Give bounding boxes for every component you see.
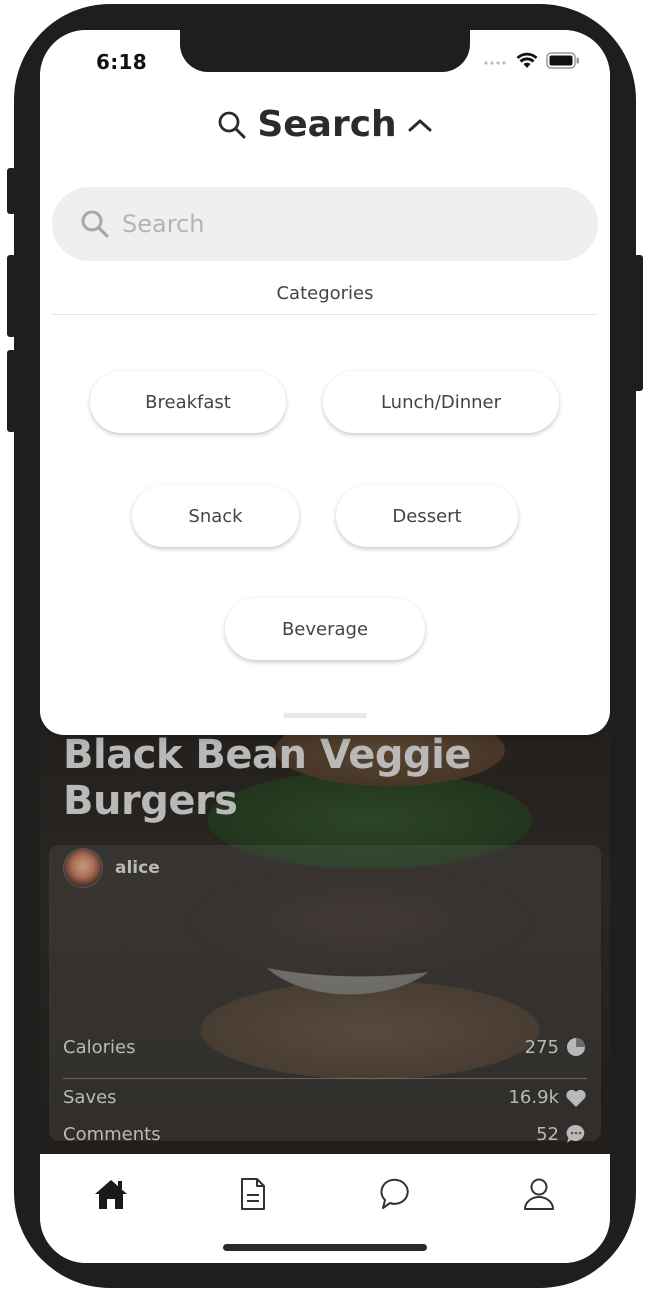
- comment-icon: [566, 1124, 585, 1143]
- heart-icon: [566, 1089, 586, 1107]
- status-time: 6:18: [96, 50, 147, 74]
- battery-icon: [546, 52, 579, 69]
- document-icon: [241, 1178, 265, 1210]
- tab-messages[interactable]: [376, 1174, 416, 1214]
- search-icon: [218, 111, 246, 138]
- categories-divider: [52, 314, 598, 315]
- category-lunch-dinner[interactable]: Lunch/Dinner: [323, 371, 559, 433]
- categories-label: Categories: [276, 283, 374, 304]
- mute-switch: [7, 168, 16, 214]
- chat-icon: [380, 1178, 409, 1209]
- stat-value: 52: [536, 1123, 559, 1145]
- stat-comments: Comments 52: [63, 1123, 587, 1145]
- recipe-author[interactable]: alice: [63, 848, 160, 888]
- recipe-title: Black Bean Veggie Burgers: [63, 732, 471, 824]
- stat-value: 275: [524, 1036, 559, 1058]
- stat-label: Comments: [63, 1123, 161, 1145]
- wifi-icon: [516, 52, 538, 68]
- notch: [180, 30, 470, 72]
- author-name: alice: [115, 858, 160, 878]
- stat-divider: [63, 1078, 587, 1079]
- category-breakfast[interactable]: Breakfast: [90, 371, 286, 433]
- sheet-grabber[interactable]: [283, 713, 367, 718]
- tab-bar: [40, 1154, 610, 1263]
- status-icons: [484, 52, 580, 69]
- tab-home[interactable]: [91, 1174, 131, 1214]
- cellular-signal-icon: [484, 60, 506, 65]
- stat-label: Calories: [63, 1036, 136, 1058]
- stat-calories: Calories 275: [63, 1036, 587, 1058]
- power-button: [634, 255, 643, 391]
- tab-recipes[interactable]: [233, 1174, 273, 1214]
- search-title: Search: [257, 104, 397, 145]
- search-sheet-header[interactable]: Search: [40, 104, 610, 145]
- search-bar[interactable]: [52, 187, 598, 261]
- category-beverage[interactable]: Beverage: [225, 598, 425, 660]
- search-input[interactable]: [122, 210, 562, 238]
- category-dessert[interactable]: Dessert: [336, 485, 518, 547]
- search-icon: [81, 210, 109, 238]
- volume-up-button: [7, 255, 16, 337]
- screen: 6:18 Black Bean Veggie Burgers alice Cal…: [40, 30, 610, 1263]
- profile-icon: [524, 1178, 554, 1210]
- home-icon: [95, 1180, 127, 1209]
- volume-down-button: [7, 350, 16, 432]
- stat-saves: Saves 16.9k: [63, 1087, 587, 1108]
- avatar: [63, 848, 103, 888]
- chevron-up-icon[interactable]: [407, 117, 433, 133]
- search-sheet: Search Categories Breakfast Lunch/Dinner…: [40, 30, 610, 735]
- category-snack[interactable]: Snack: [132, 485, 299, 547]
- pie-chart-icon: [567, 1038, 585, 1056]
- stat-label: Saves: [63, 1087, 117, 1108]
- tab-profile[interactable]: [519, 1174, 559, 1214]
- stat-value: 16.9k: [508, 1087, 559, 1108]
- home-indicator: [223, 1244, 427, 1251]
